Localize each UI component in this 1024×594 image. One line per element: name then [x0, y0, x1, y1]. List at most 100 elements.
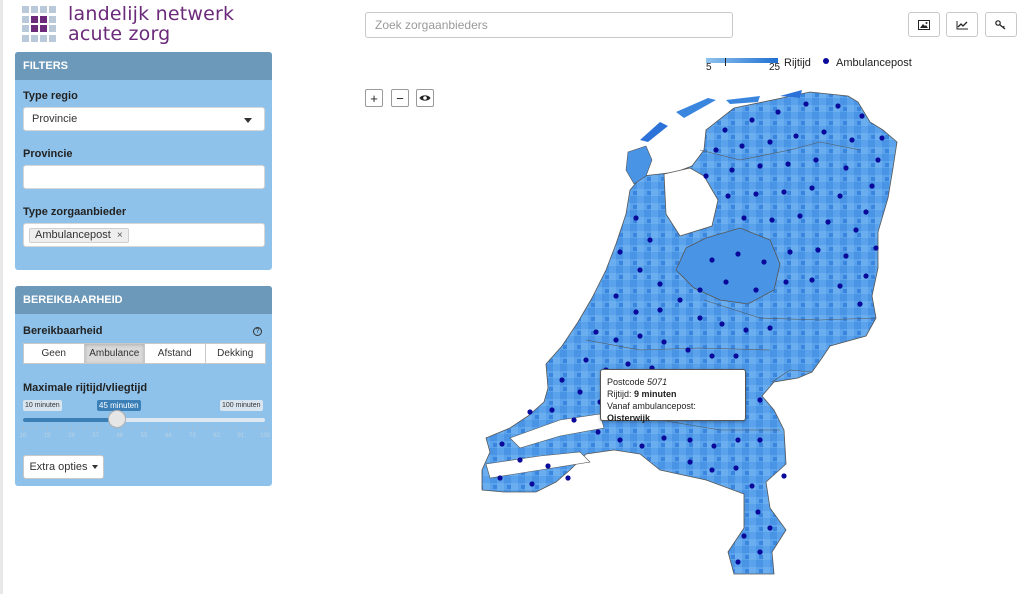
ambulancepost-marker[interactable] — [753, 191, 759, 197]
ambulancepost-marker[interactable] — [837, 283, 843, 289]
ambulancepost-marker[interactable] — [879, 135, 885, 141]
ambulancepost-marker[interactable] — [639, 443, 645, 449]
ambulancepost-marker[interactable] — [709, 353, 715, 359]
option-geen-button[interactable]: Geen — [23, 343, 85, 364]
logo[interactable]: landelijk netwerk acute zorg — [22, 4, 234, 44]
ambulancepost-marker[interactable] — [837, 193, 843, 199]
ambulancepost-marker[interactable] — [797, 213, 803, 219]
ambulancepost-marker[interactable] — [697, 315, 703, 321]
ambulancepost-marker[interactable] — [527, 409, 533, 415]
ambulancepost-marker[interactable] — [757, 437, 763, 443]
ambulancepost-marker[interactable] — [815, 247, 821, 253]
ambulancepost-marker[interactable] — [725, 193, 731, 199]
key-button[interactable] — [985, 12, 1017, 37]
netherlands-map[interactable] — [465, 78, 905, 580]
ambulancepost-marker[interactable] — [613, 337, 619, 343]
ambulancepost-marker[interactable] — [853, 227, 859, 233]
ambulancepost-marker[interactable] — [809, 185, 815, 191]
ambulancepost-marker[interactable] — [735, 559, 741, 565]
ambulancepost-marker[interactable] — [713, 147, 719, 153]
ambulancepost-marker[interactable] — [809, 277, 815, 283]
ambulancepost-marker[interactable] — [741, 215, 747, 221]
ambulancepost-marker[interactable] — [517, 457, 523, 463]
ambulancepost-marker[interactable] — [577, 389, 583, 395]
ambulancepost-marker[interactable] — [565, 475, 571, 481]
ambulancepost-marker[interactable] — [757, 163, 763, 169]
ambulancepost-marker[interactable] — [549, 407, 555, 413]
ambulancepost-marker[interactable] — [657, 281, 663, 287]
ambulancepost-marker[interactable] — [875, 157, 881, 163]
ambulancepost-marker[interactable] — [843, 165, 849, 171]
ambulancepost-marker[interactable] — [685, 347, 691, 353]
ambulancepost-marker[interactable] — [559, 377, 565, 383]
ambulancepost-marker[interactable] — [755, 509, 761, 515]
ambulancepost-marker[interactable] — [657, 307, 663, 313]
ambulancepost-marker[interactable] — [749, 117, 755, 123]
help-icon[interactable]: ? — [253, 327, 262, 336]
ambulancepost-marker[interactable] — [741, 533, 747, 539]
option-ambulance-button[interactable]: Ambulance — [83, 343, 145, 364]
ambulancepost-marker[interactable] — [857, 301, 863, 307]
ambulancepost-marker[interactable] — [661, 435, 667, 441]
ambulancepost-marker[interactable] — [843, 253, 849, 259]
option-afstand-button[interactable]: Afstand — [144, 343, 206, 364]
ambulancepost-marker[interactable] — [767, 139, 773, 145]
export-image-button[interactable] — [908, 12, 940, 37]
ambulancepost-marker[interactable] — [617, 437, 623, 443]
ambulancepost-marker[interactable] — [722, 127, 728, 133]
ambulancepost-marker[interactable] — [711, 443, 717, 449]
ambulancepost-marker[interactable] — [637, 333, 643, 339]
ambulancepost-marker[interactable] — [499, 441, 505, 447]
search-input[interactable] — [365, 12, 733, 38]
ambulancepost-marker[interactable] — [529, 481, 535, 487]
ambulancepost-marker[interactable] — [849, 137, 855, 143]
rijtijd-slider-track[interactable] — [23, 418, 265, 422]
ambulancepost-marker[interactable] — [613, 293, 619, 299]
ambulancepost-marker[interactable] — [571, 417, 577, 423]
ambulancepost-marker[interactable] — [709, 467, 715, 473]
ambulancepost-marker[interactable] — [687, 459, 693, 465]
ambulancepost-marker[interactable] — [637, 267, 643, 273]
ambulancepost-marker[interactable] — [825, 219, 831, 225]
ambulancepost-marker[interactable] — [785, 161, 791, 167]
ambulancepost-marker[interactable] — [835, 103, 841, 109]
ambulancepost-marker[interactable] — [743, 327, 749, 333]
ambulancepost-marker[interactable] — [781, 189, 787, 195]
visibility-button[interactable] — [416, 89, 434, 107]
ambulancepost-marker[interactable] — [863, 209, 869, 215]
ambulancepost-marker[interactable] — [709, 257, 715, 263]
chart-button[interactable] — [946, 12, 978, 37]
ambulancepost-marker[interactable] — [733, 465, 739, 471]
ambulancepost-marker[interactable] — [497, 475, 503, 481]
ambulancepost-marker[interactable] — [787, 249, 793, 255]
option-dekking-button[interactable]: Dekking — [204, 343, 266, 364]
ambulancepost-marker[interactable] — [757, 397, 763, 403]
type-regio-select[interactable]: Provincie — [23, 107, 265, 131]
type-zorgaanbieder-multiselect[interactable]: Ambulancepost × — [23, 223, 265, 247]
ambulancepost-marker[interactable] — [735, 437, 741, 443]
ambulancepost-marker[interactable] — [703, 173, 709, 179]
ambulancepost-marker[interactable] — [869, 183, 875, 189]
ambulancepost-marker[interactable] — [769, 217, 775, 223]
ambulancepost-marker[interactable] — [697, 287, 703, 293]
ambulancepost-marker[interactable] — [735, 251, 741, 257]
ambulancepost-marker[interactable] — [633, 309, 639, 315]
ambulancepost-marker[interactable] — [545, 463, 551, 469]
ambulancepost-marker[interactable] — [821, 129, 827, 135]
ambulancepost-marker[interactable] — [813, 157, 819, 163]
ambulancepost-marker[interactable] — [783, 279, 789, 285]
ambulancepost-marker[interactable] — [781, 473, 787, 479]
ambulancepost-marker[interactable] — [647, 237, 653, 243]
ambulancepost-marker[interactable] — [775, 109, 781, 115]
ambulancepost-marker[interactable] — [661, 339, 667, 345]
ambulancepost-marker[interactable] — [729, 167, 735, 173]
ambulancepost-marker[interactable] — [719, 321, 725, 327]
ambulancepost-marker[interactable] — [863, 273, 869, 279]
ambulancepost-marker[interactable] — [793, 133, 799, 139]
ambulancepost-marker[interactable] — [687, 437, 693, 443]
ambulancepost-marker[interactable] — [749, 483, 755, 489]
ambulancepost-marker[interactable] — [859, 113, 865, 119]
provincie-input[interactable] — [23, 165, 265, 189]
ambulancepost-marker[interactable] — [767, 325, 773, 331]
extra-opties-button[interactable]: Extra opties — [23, 455, 104, 479]
